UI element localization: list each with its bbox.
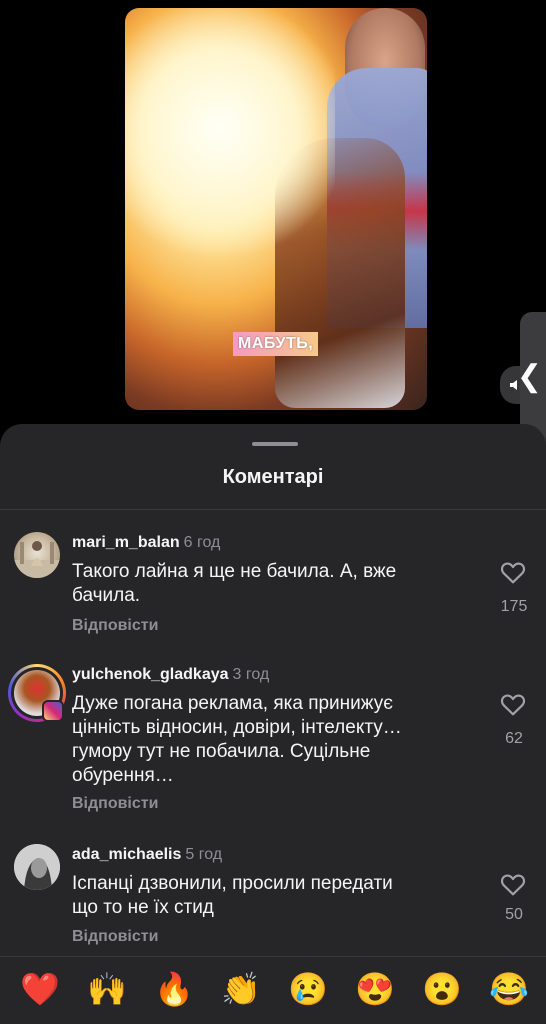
- comment-text: Дуже погана реклама, яка принижує цінніс…: [72, 693, 402, 786]
- comment-meta: ada_michaelis 5 год: [72, 846, 222, 864]
- comment-username[interactable]: ada_michaelis: [72, 846, 181, 863]
- comment-meta: yulchenok_gladkaya 3 год: [72, 666, 269, 684]
- avatar-image: [14, 844, 60, 890]
- like-count: 50: [505, 906, 523, 923]
- video-flare: [125, 8, 335, 258]
- surprised-face-emoji-icon[interactable]: 😮: [422, 969, 462, 1009]
- comment-time: 5 год: [185, 846, 223, 863]
- heart-icon[interactable]: [500, 692, 526, 716]
- comment-username[interactable]: mari_m_balan: [72, 534, 180, 551]
- comment-username[interactable]: yulchenok_gladkaya: [72, 666, 229, 683]
- reply-button[interactable]: Відповісти: [72, 928, 158, 946]
- video-player[interactable]: МАБУТЬ,: [125, 8, 427, 410]
- video-area: МАБУТЬ, ❮: [0, 0, 546, 458]
- like-count: 175: [500, 598, 528, 615]
- like-count: 62: [505, 730, 523, 747]
- chevron-left-icon[interactable]: ❮: [517, 362, 542, 392]
- avatar[interactable]: [14, 532, 60, 578]
- crying-face-emoji-icon[interactable]: 😢: [288, 969, 328, 1009]
- comment-time: 3 год: [232, 666, 270, 683]
- clapping-hands-emoji-icon[interactable]: 👏: [221, 969, 261, 1009]
- reply-button[interactable]: Відповісти: [72, 617, 158, 635]
- comment-text: Такого лайна я ще не бачила. А, вже бачи…: [72, 561, 397, 606]
- comment-text: Іспанці дзвонили, просили передати що то…: [72, 873, 393, 918]
- video-caption: МАБУТЬ,: [233, 332, 319, 356]
- heart-emoji-icon[interactable]: ❤️: [20, 969, 60, 1009]
- sheet-grabber[interactable]: [252, 442, 298, 446]
- emoji-reaction-bar: ❤️ 🙌 🔥 👏 😢 😍 😮 😂: [0, 956, 546, 1024]
- avatar[interactable]: [14, 844, 60, 890]
- divider: [0, 509, 546, 510]
- raised-hands-emoji-icon[interactable]: 🙌: [87, 969, 127, 1009]
- comment-meta: mari_m_balan 6 год: [72, 534, 220, 552]
- tears-of-joy-emoji-icon[interactable]: 😂: [489, 969, 529, 1009]
- heart-icon[interactable]: [500, 872, 526, 896]
- fire-emoji-icon[interactable]: 🔥: [154, 969, 194, 1009]
- instagram-badge-icon: [42, 700, 64, 722]
- comment-time: 6 год: [183, 534, 221, 551]
- heart-eyes-emoji-icon[interactable]: 😍: [355, 969, 395, 1009]
- comments-sheet: Коментарі mari_m_balan 6 год Такого лайна…: [0, 424, 546, 1024]
- heart-icon[interactable]: [500, 560, 526, 584]
- reply-button[interactable]: Відповісти: [72, 795, 158, 813]
- avatar-image: [14, 541, 60, 578]
- sheet-title: Коментарі: [222, 466, 324, 488]
